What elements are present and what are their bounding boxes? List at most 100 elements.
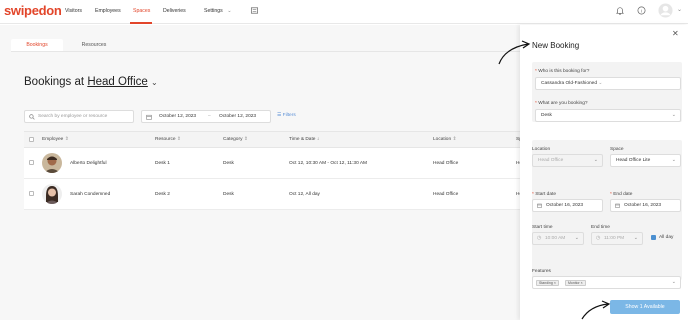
location-selector[interactable]: Head Office (87, 76, 148, 88)
who-label: * Who is this booking for? (535, 69, 590, 74)
employee-name: Sarah Condemned (70, 192, 111, 197)
calendar-icon (146, 114, 152, 120)
app-logo[interactable]: swipedon (4, 3, 62, 18)
date-range-end[interactable]: October 12, 2023 (219, 111, 256, 122)
tab-resources[interactable]: Resources (68, 39, 120, 51)
sort-icon: ⇕ (452, 137, 457, 142)
feature-chip-label: Standing (539, 281, 553, 285)
end-date-value: October 16, 2023 (624, 203, 662, 208)
space-label: Space (610, 147, 624, 152)
feature-chip[interactable]: Standing × (536, 280, 559, 286)
start-time-label: Start time (532, 225, 553, 230)
resource-cell: Desk 1 (155, 161, 170, 166)
tab-bookings[interactable]: Bookings (11, 39, 63, 51)
tabs-divider (11, 51, 520, 52)
nav-active-indicator (130, 22, 152, 24)
chevron-down-icon: ⌄ (671, 157, 676, 163)
header-time-date[interactable]: Time & Date ↓ (289, 132, 319, 148)
who-value: Cassandra Old-Fashioned (541, 81, 597, 86)
end-time-field: ◷ 11:00 PM ⌄ (591, 232, 643, 245)
time-cell: Oct 12, 10:30 AM - Oct 12, 11:30 AM (289, 161, 368, 166)
what-select[interactable]: Desk ⌄ (535, 109, 681, 122)
show-available-button[interactable]: Show 1 Available (610, 300, 680, 314)
start-date-field[interactable]: October 16, 2023 (532, 199, 603, 212)
date-range-separator: – (208, 114, 211, 119)
bell-icon[interactable] (616, 6, 624, 15)
chevron-down-icon: ⌄ (574, 235, 579, 241)
space-value: Head Office Lite (616, 158, 651, 163)
sort-desc-icon: ↓ (316, 137, 320, 142)
user-avatar-icon[interactable] (658, 3, 673, 18)
employee-name: Alberto Delightful (70, 161, 107, 166)
close-icon[interactable]: × (581, 281, 583, 285)
end-date-label-text: End date (613, 192, 633, 197)
help-icon[interactable]: i (637, 6, 646, 15)
chevron-down-icon: ⌄ (598, 81, 603, 86)
features-label: Features (532, 269, 551, 274)
all-day-label: All day (659, 235, 674, 240)
building-icon[interactable] (250, 6, 259, 15)
header-employee-label: Employee (42, 137, 64, 142)
date-range-start[interactable]: October 12, 2023 (159, 111, 196, 122)
calendar-icon (615, 203, 620, 208)
employee-avatar (42, 153, 62, 173)
start-date-label: * Start date (532, 192, 557, 197)
location-cell: Head Office (433, 161, 459, 166)
header-resource-label: Resource (155, 137, 176, 142)
select-all-checkbox[interactable] (29, 137, 34, 142)
employee-avatar (42, 184, 62, 204)
feature-chip-label: Monitor (568, 281, 580, 285)
search-icon (29, 114, 35, 120)
feature-chip[interactable]: Monitor × (565, 280, 586, 286)
filter-icon: ☰ (277, 113, 282, 118)
all-day-checkbox[interactable] (651, 235, 656, 240)
location-select: Head Office ⌄ (532, 154, 603, 167)
annotation-arrow-icon (498, 40, 531, 65)
search-input[interactable]: Search by employee or resource (24, 110, 134, 123)
chevron-down-icon[interactable]: ⌄ (151, 78, 158, 87)
nav-settings[interactable]: Settings ⌄ (204, 8, 232, 14)
what-label: * What are you booking? (535, 101, 588, 106)
header-category[interactable]: Category ⇕ (223, 132, 248, 148)
row-checkbox[interactable] (29, 191, 34, 196)
header-category-label: Category (223, 137, 243, 142)
main-content: Bookings Resources Bookings at Head Offi… (0, 25, 522, 320)
header-location[interactable]: Location ⇕ (433, 132, 457, 148)
chevron-down-icon: ⌄ (227, 8, 232, 14)
who-label-text: Who is this booking for? (538, 69, 590, 74)
nav-settings-label: Settings (204, 8, 223, 14)
top-nav: swipedon Visitors Employees Spaces Deliv… (0, 0, 688, 24)
nav-deliveries[interactable]: Deliveries (163, 8, 186, 14)
chevron-down-icon: ⌄ (671, 279, 676, 285)
header-resource[interactable]: Resource ⇕ (155, 132, 181, 148)
date-range-picker[interactable]: October 12, 2023 – October 12, 2023 (141, 110, 271, 123)
chevron-down-icon[interactable]: ⌄ (677, 6, 682, 13)
sort-icon: ⇕ (64, 137, 69, 142)
close-icon[interactable]: ✕ (672, 29, 679, 38)
category-cell: Desk (223, 192, 234, 197)
chevron-down-icon: ⌄ (671, 112, 676, 118)
calendar-icon (537, 203, 542, 208)
header-employee[interactable]: Employee ⇕ (42, 132, 69, 148)
table-row[interactable]: Sarah Condemned Desk 2 Desk Oct 12, All … (24, 179, 522, 210)
header-location-label: Location (433, 137, 452, 142)
nav-employees[interactable]: Employees (95, 8, 121, 14)
nav-spaces[interactable]: Spaces (133, 8, 150, 14)
chevron-down-icon: ⌄ (633, 235, 638, 241)
start-date-value: October 16, 2023 (546, 203, 584, 208)
features-select[interactable]: Standing × Monitor × ⌄ (532, 276, 681, 289)
what-value: Desk (541, 113, 552, 118)
table-header: Employee ⇕ Resource ⇕ Category ⇕ Time & … (24, 132, 522, 148)
space-select[interactable]: Head Office Lite ⌄ (610, 154, 681, 167)
filters-button[interactable]: ☰ Filters (277, 110, 296, 121)
row-checkbox[interactable] (29, 160, 34, 165)
header-time-date-label: Time & Date (289, 137, 316, 142)
filters-label: Filters (282, 113, 296, 118)
close-icon[interactable]: × (554, 281, 556, 285)
chevron-down-icon: ⌄ (593, 157, 598, 163)
sort-icon: ⇕ (176, 137, 181, 142)
who-field[interactable]: Cassandra Old-Fashioned ⌄ (535, 77, 681, 90)
nav-visitors[interactable]: Visitors (65, 8, 82, 14)
end-date-field[interactable]: October 16, 2023 (610, 199, 681, 212)
table-row[interactable]: Alberto Delightful Desk 1 Desk Oct 12, 1… (24, 148, 522, 179)
